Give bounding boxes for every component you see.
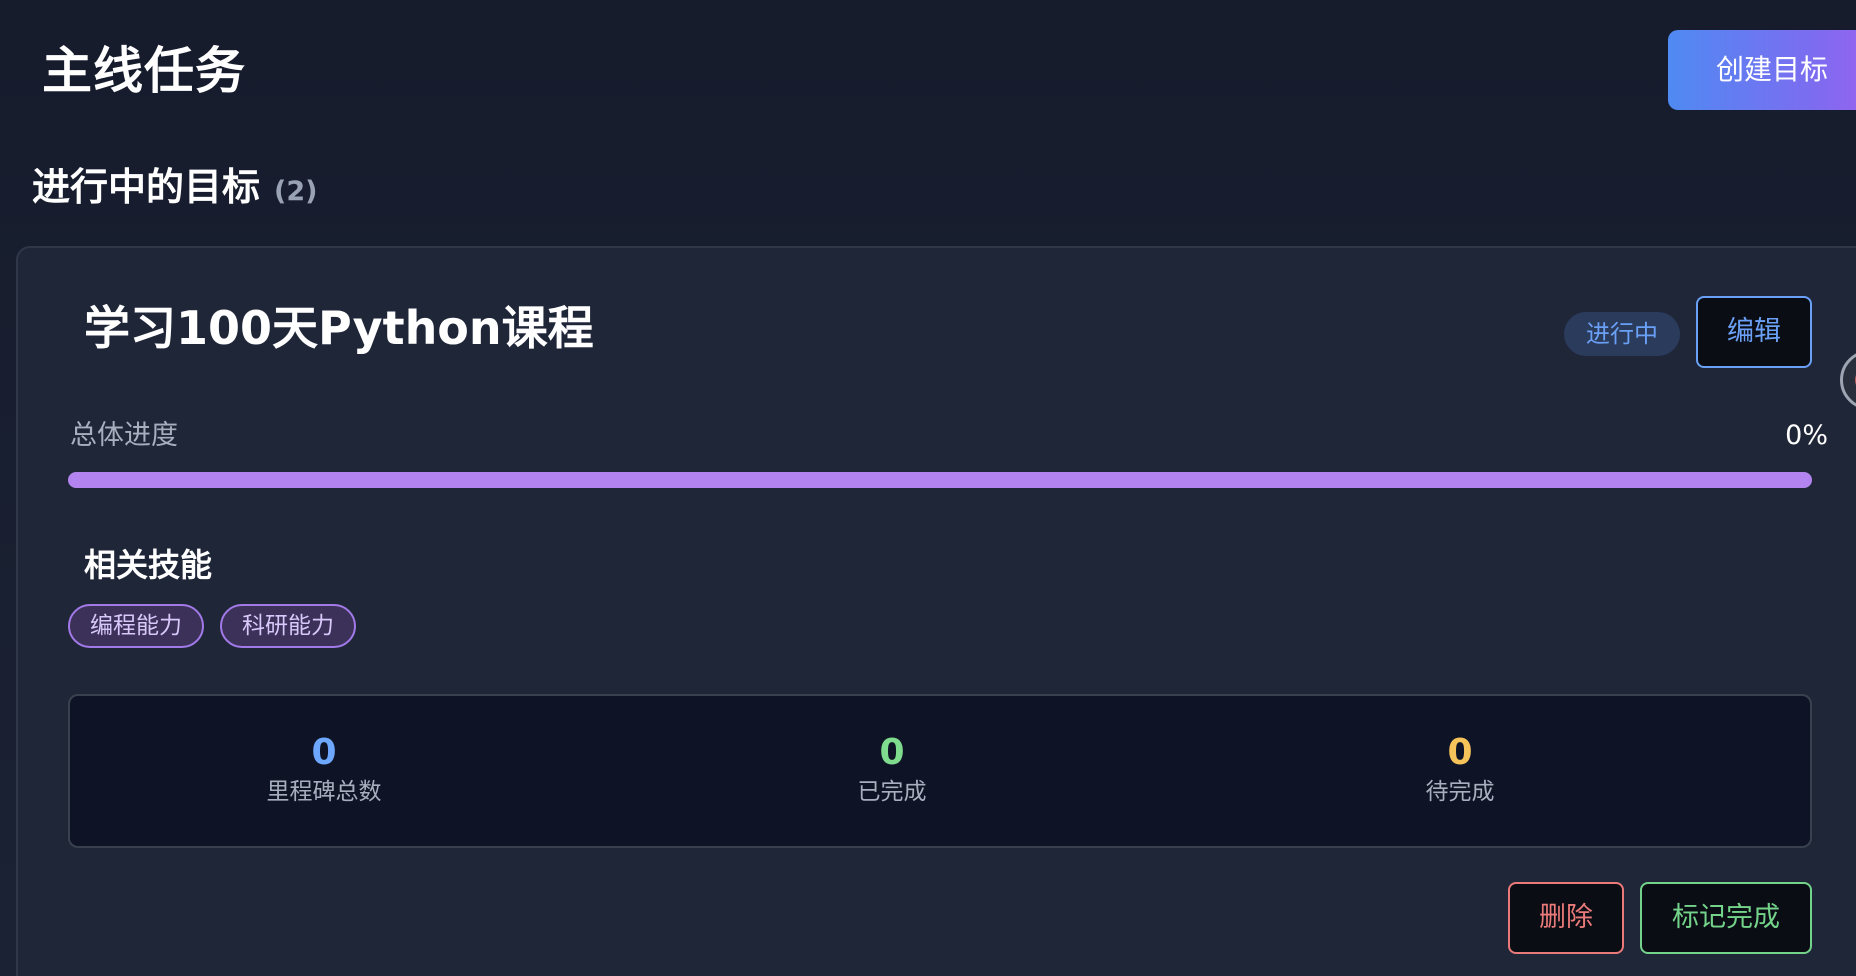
progress-bar (68, 472, 1812, 488)
progress-label: 总体进度 (70, 420, 178, 451)
stat-label: 已完成 (857, 779, 927, 805)
mark-complete-button[interactable]: 标记完成 (1640, 882, 1812, 954)
stat-completed: 0 已完成 (742, 732, 1042, 808)
skill-tag: 科研能力 (220, 604, 356, 648)
goal-title: 学习100天Python课程 (84, 301, 594, 355)
skills-list: 编程能力 科研能力 (68, 604, 356, 648)
milestone-stats: 0 里程碑总数 0 已完成 0 待完成 (68, 694, 1812, 848)
edit-button[interactable]: 编辑 (1696, 296, 1812, 368)
skills-title: 相关技能 (84, 546, 213, 584)
stat-label: 待完成 (1425, 779, 1495, 805)
delete-button[interactable]: 删除 (1508, 882, 1624, 954)
page-title: 主线任务 (42, 42, 246, 100)
create-goal-button[interactable]: 创建目标 (1668, 30, 1856, 110)
stat-value: 0 (1447, 732, 1473, 773)
goal-card: 学习100天Python课程 进行中 编辑 总体进度 0% 相关技能 编程能力 … (16, 246, 1856, 976)
status-badge: 进行中 (1564, 312, 1680, 356)
goal-count: (2) (274, 176, 318, 207)
section-title-label: 进行中的目标 (32, 165, 261, 209)
stat-value: 0 (311, 732, 337, 773)
stat-pending: 0 待完成 (1310, 732, 1610, 808)
skill-tag: 编程能力 (68, 604, 204, 648)
stat-value: 0 (879, 732, 905, 773)
stat-total-milestones: 0 里程碑总数 (174, 732, 474, 808)
stat-label: 里程碑总数 (266, 779, 382, 805)
section-title: 进行中的目标 (2) (32, 162, 317, 217)
progress-percentage: 0% (1785, 420, 1828, 451)
